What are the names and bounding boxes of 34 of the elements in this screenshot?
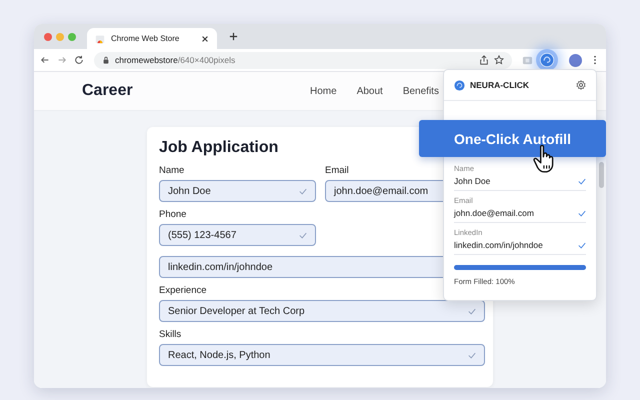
- lock-icon: [102, 56, 110, 64]
- close-tab-icon[interactable]: [201, 34, 209, 42]
- tab-title: Chrome Web Store: [111, 34, 180, 43]
- autofill-button[interactable]: One-Click Autofill: [419, 120, 606, 157]
- settings-icon[interactable]: [576, 80, 586, 90]
- field-label: Experience: [159, 285, 207, 296]
- site-logo[interactable]: Career: [82, 82, 262, 100]
- scrollbar-thumb[interactable]: [599, 162, 604, 188]
- field-label: Name: [159, 165, 184, 176]
- reload-icon[interactable]: [74, 55, 84, 65]
- store-icon: [95, 34, 105, 44]
- url-text: chromewebstore/640×400pixels: [115, 55, 236, 65]
- field-label: Skills: [159, 329, 182, 340]
- menu-icon[interactable]: [593, 55, 597, 65]
- back-icon[interactable]: [40, 55, 50, 65]
- extension-name: NEURA-CLICK: [470, 80, 530, 90]
- input-field[interactable]: Senior Developer at Tech Corp: [159, 300, 485, 322]
- address-bar[interactable]: chromewebstore/640×400pixels: [94, 52, 512, 68]
- new-tab-icon[interactable]: [229, 32, 238, 41]
- share-icon[interactable]: [479, 55, 489, 65]
- field-value: linkedin.com/in/johndoe: [454, 240, 544, 250]
- input-field[interactable]: John Doe: [159, 180, 316, 202]
- nav-link[interactable]: Benefits: [402, 86, 439, 96]
- field-label: Email: [325, 165, 349, 176]
- nav-link[interactable]: About: [356, 86, 383, 96]
- input-field[interactable]: (555) 123-4567: [159, 224, 316, 246]
- input-field[interactable]: React, Node.js, Python: [159, 344, 485, 366]
- browser-tab[interactable]: Chrome Web Store: [87, 28, 217, 49]
- field-label: Phone: [159, 209, 186, 220]
- star-icon[interactable]: [494, 55, 504, 65]
- nav-link[interactable]: Home: [310, 86, 337, 96]
- field-value: john.doe@email.com: [454, 208, 535, 218]
- profile-avatar[interactable]: [569, 54, 582, 66]
- close-window-icon[interactable]: [44, 32, 52, 40]
